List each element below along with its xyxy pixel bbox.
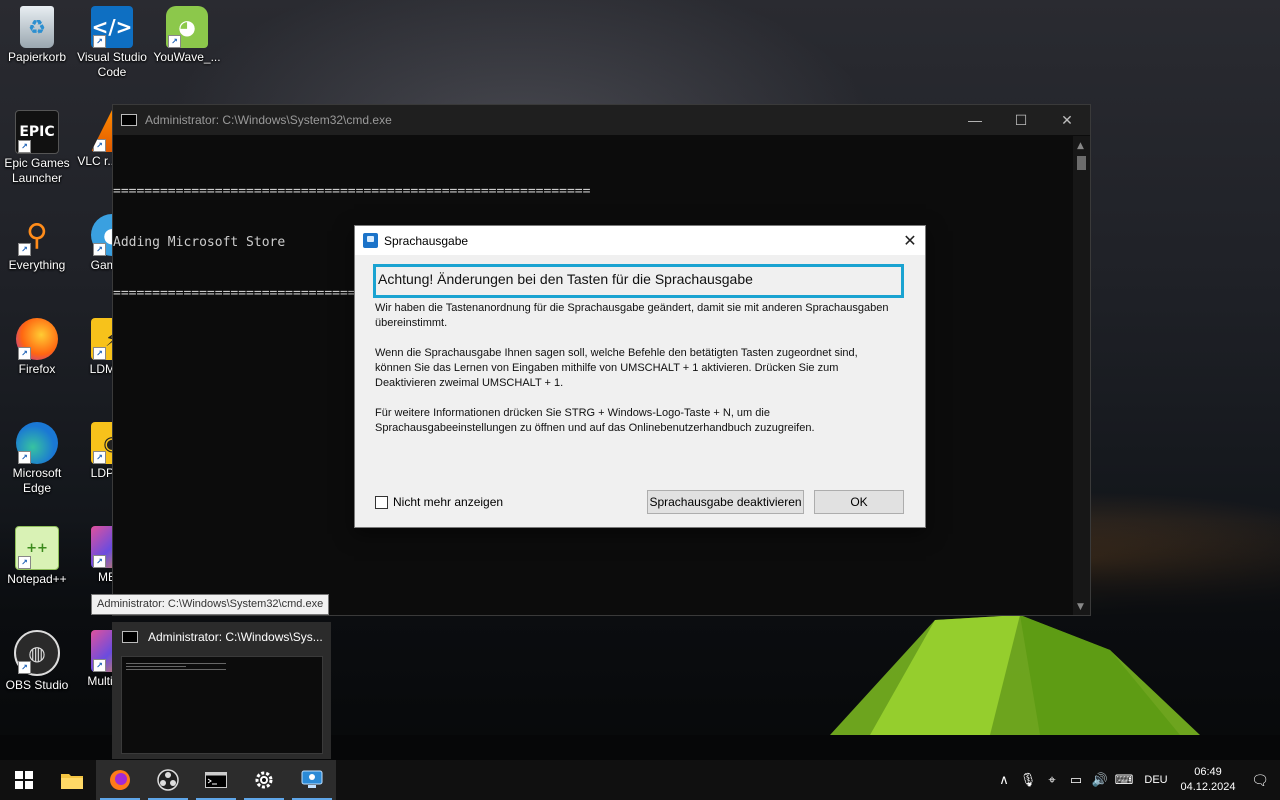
cmd-icon [122,631,138,643]
dialog-close-button[interactable]: ✕ [895,231,925,251]
dialog-titlebar[interactable]: Sprachausgabe ✕ [355,226,925,255]
thumb-line [126,663,226,664]
android-icon: ◕ ↗ [166,6,208,48]
narrator-dialog[interactable]: Sprachausgabe ✕ Achtung! Änderungen bei … [354,225,926,528]
console-line: ========================================… [113,184,591,199]
thumb-line [126,669,226,670]
desktop-icon-obs[interactable]: ◍ ↗ OBS Studio [0,630,74,693]
firefox-icon: ↗ [16,318,58,360]
everything-search-icon: ⚲ ↗ [16,214,58,256]
dialog-paragraph: Für weitere Informationen drücken Sie ST… [375,407,815,434]
windows-logo-icon [15,771,33,789]
thumb-line [126,666,186,667]
desktop-icon-notepadpp[interactable]: ++ ↗ Notepad++ [0,526,74,587]
desktop-icon-edge[interactable]: ↗ Microsoft Edge [0,422,74,496]
desktop-icon-recycle-bin[interactable]: ♻ Papierkorb [0,6,74,65]
scroll-up-icon[interactable]: ▲ [1077,141,1084,151]
taskbar-window-preview[interactable]: Administrator: C:\Windows\Sys... [112,622,331,759]
dont-show-again-checkbox[interactable]: Nicht mehr anzeigen [375,495,503,509]
dialog-paragraph: Wir haben die Tastenanordnung für die Sp… [375,302,889,329]
close-button[interactable]: ✕ [1044,105,1090,135]
taskbar-cmd[interactable] [192,760,240,800]
cmd-scrollbar[interactable]: ▲ ▼ [1073,136,1090,615]
edge-icon: ↗ [16,422,58,464]
recycle-bin-icon: ♻ [20,6,54,48]
vscode-icon: </> ↗ [91,6,133,48]
desktop-icon-vscode[interactable]: </> ↗ Visual Studio Code [75,6,149,80]
checkbox-label: Nicht mehr anzeigen [393,495,504,509]
taskbar: ∧ 🎙 ⌖ ▭ 🔊 ⌨ DEU 06:49 04.12.2024 🗨 [0,760,1280,800]
dialog-body: Wir haben die Tastenanordnung für die Sp… [375,301,895,451]
cmd-icon [121,114,137,126]
show-hidden-icons-chevron[interactable]: ∧ [992,772,1016,788]
dialog-heading: Achtung! Änderungen bei den Tasten für d… [373,264,904,298]
taskbar-obs[interactable] [144,760,192,800]
settings-icon [255,771,273,789]
clock-time: 06:49 [1194,766,1222,778]
location-icon[interactable]: ⌖ [1040,772,1064,788]
ok-button[interactable]: OK [814,490,904,514]
maximize-button[interactable]: ☐ [998,105,1044,135]
clock[interactable]: 06:49 04.12.2024 [1176,765,1240,795]
clock-date: 04.12.2024 [1180,781,1236,793]
checkbox-box[interactable] [375,495,388,509]
taskbar-firefox[interactable] [96,760,144,800]
taskbar-tooltip: Administrator: C:\Windows\System32\cmd.e… [91,594,330,615]
network-icon[interactable]: ▭ [1064,772,1088,788]
cmd-icon [205,772,227,788]
volume-icon[interactable]: 🔊 [1088,772,1112,788]
microphone-icon[interactable]: 🎙 [1016,772,1040,788]
desktop-icon-everything[interactable]: ⚲ ↗ Everything [0,214,74,273]
cmd-titlebar[interactable]: Administrator: C:\Windows\System32\cmd.e… [113,105,1090,135]
preview-titlebar[interactable]: Administrator: C:\Windows\Sys... [112,622,331,652]
epic-games-icon: EPIC ↗ [15,110,59,154]
narrator-icon [363,233,378,248]
start-button[interactable] [0,760,48,800]
system-tray: ∧ 🎙 ⌖ ▭ 🔊 ⌨ DEU 06:49 04.12.2024 🗨 [992,760,1280,800]
folder-icon [61,774,83,789]
desktop-icon-youwave[interactable]: ◕ ↗ YouWave_... [150,6,224,65]
keyboard-icon[interactable]: ⌨ [1112,772,1136,788]
notepadpp-icon: ++ ↗ [15,526,59,570]
taskbar-narrator[interactable] [288,760,336,800]
deactivate-narrator-button[interactable]: Sprachausgabe deaktivieren [647,490,804,514]
taskbar-file-explorer[interactable] [48,760,96,800]
scroll-down-icon[interactable]: ▼ [1077,602,1084,612]
cmd-title: Administrator: C:\Windows\System32\cmd.e… [145,113,392,127]
preview-thumbnail[interactable] [121,656,323,754]
obs-icon [157,769,179,791]
dialog-paragraph: Wenn die Sprachausgabe Ihnen sagen soll,… [375,347,858,389]
preview-title: Administrator: C:\Windows\Sys... [148,630,323,644]
desktop-icon-epic-games[interactable]: EPIC ↗ Epic Games Launcher [0,110,74,186]
obs-icon: ◍ ↗ [14,630,60,676]
firefox-icon [110,770,130,790]
input-language[interactable]: DEU [1136,774,1176,786]
taskbar-settings[interactable] [240,760,288,800]
narrator-icon [301,770,323,788]
minimize-button[interactable]: — [952,105,998,135]
desktop-icon-firefox[interactable]: ↗ Firefox [0,318,74,377]
dialog-title: Sprachausgabe [384,233,469,248]
notification-center-icon[interactable]: 🗨 [1240,772,1280,789]
scroll-thumb[interactable] [1077,156,1086,170]
